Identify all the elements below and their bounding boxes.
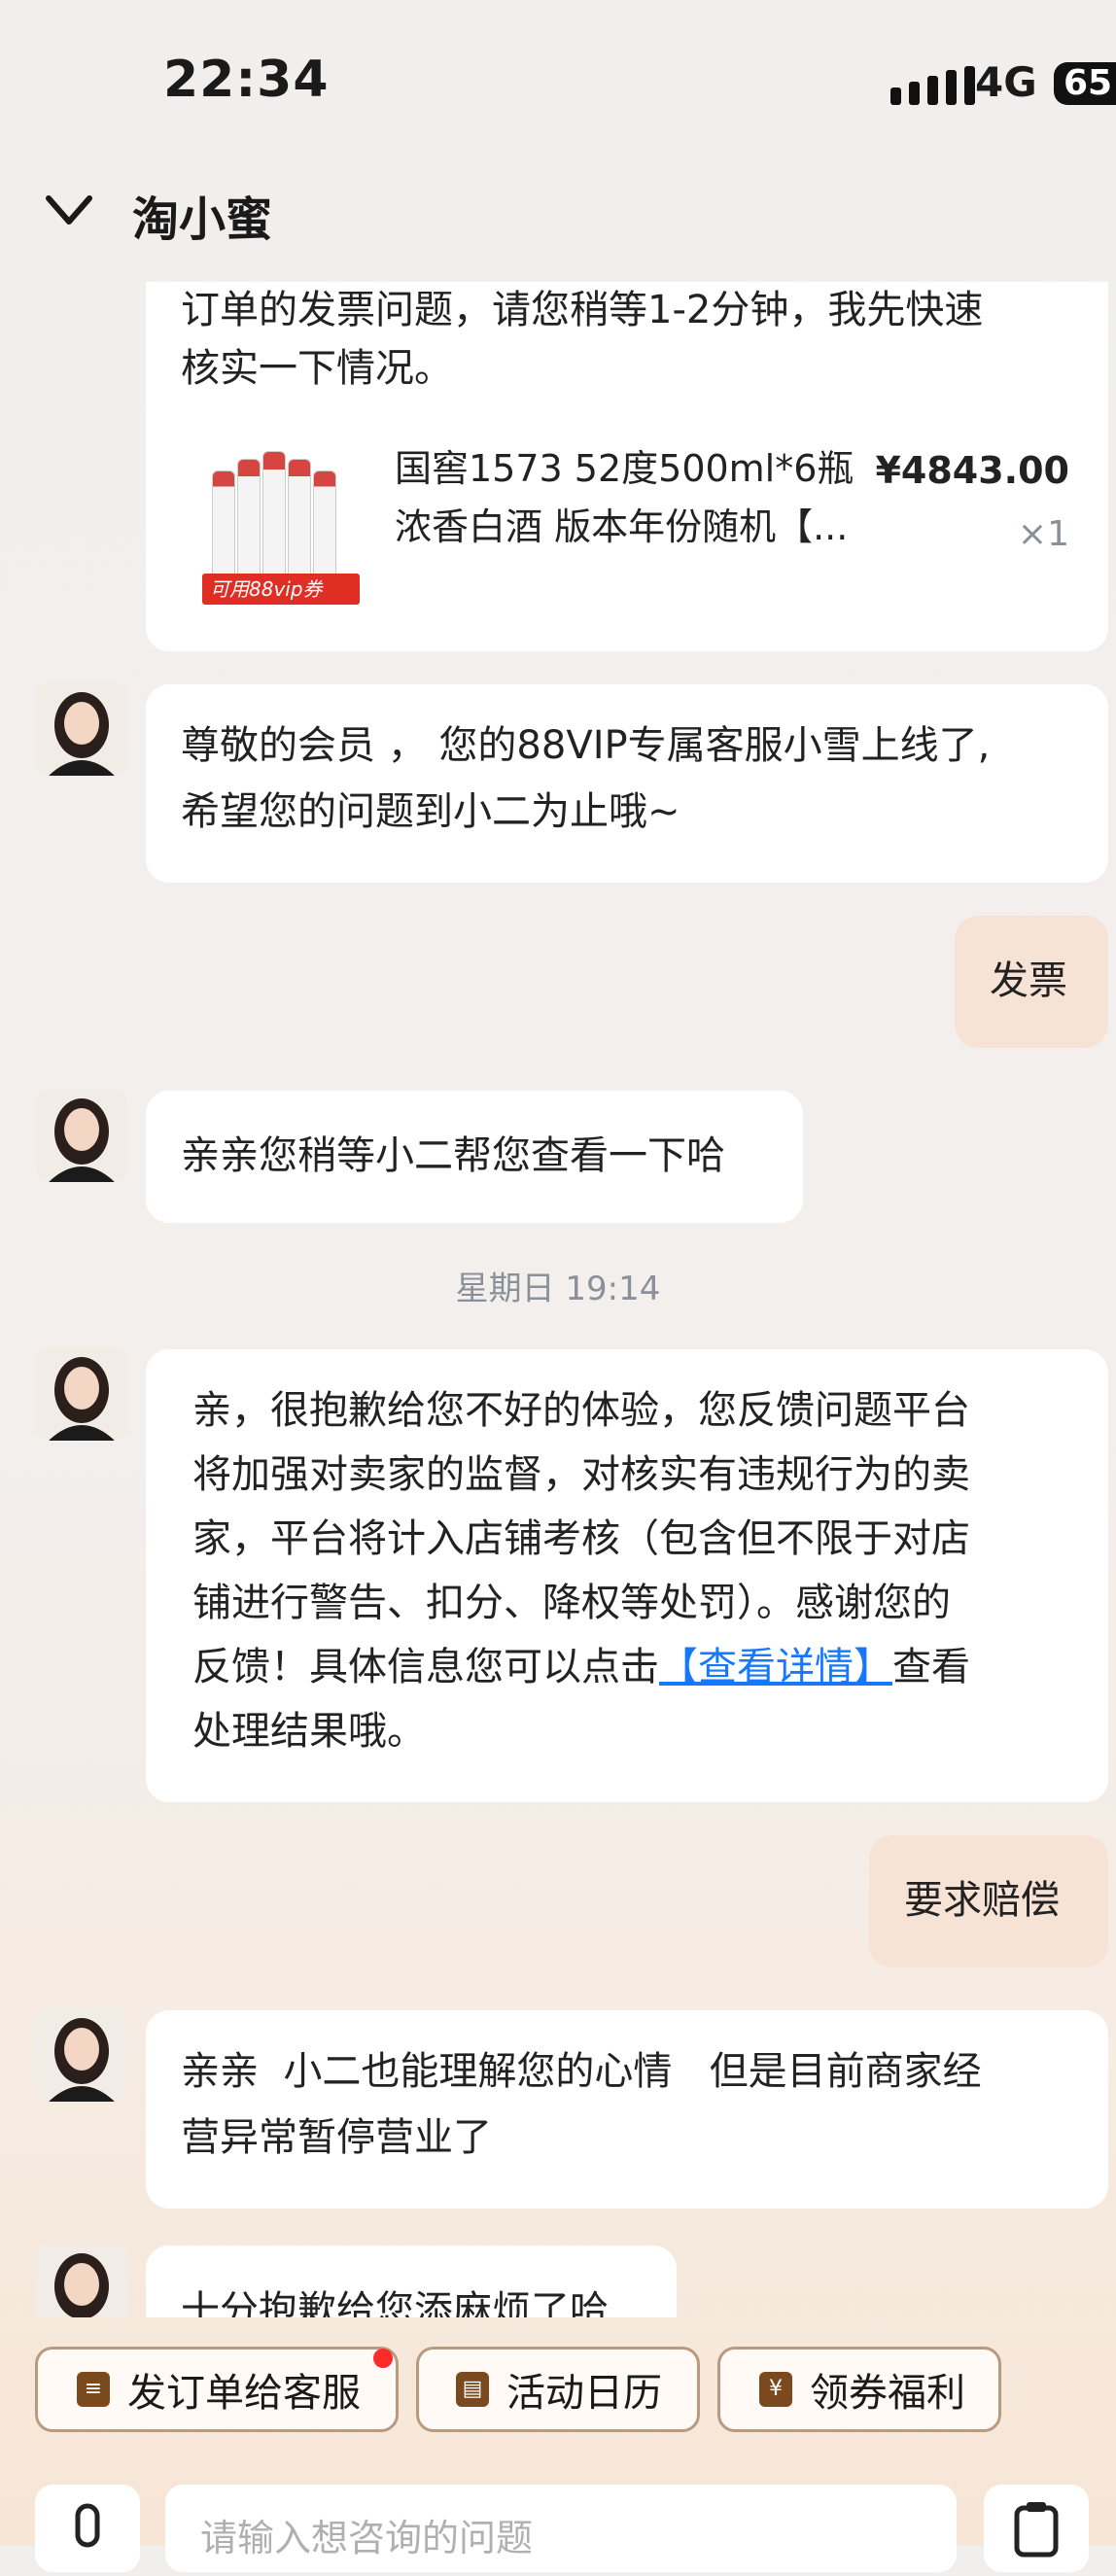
product-quantity: ×1 <box>1017 514 1069 554</box>
voice-button[interactable] <box>35 2485 140 2572</box>
avatar[interactable] <box>35 1347 128 1441</box>
activity-calendar-button[interactable]: ▤ 活动日历 <box>416 2347 700 2432</box>
message-bubble: 尊敬的会员 ， 您的88VIP专属客服小雪上线了, 希望您的问题到小二为止哦~ <box>146 684 1108 883</box>
message-line: 亲亲 小二也能理解您的心情 但是目前商家经 <box>181 2049 982 2094</box>
avatar[interactable] <box>35 2244 128 2317</box>
message-line: 家，平台将计入店铺考核（包含但不限于对店 <box>192 1516 970 1561</box>
send-order-button[interactable]: ≡ 发订单给客服 <box>35 2347 399 2432</box>
message-text: 十分抱歉给您添麻烦了哈 <box>181 2288 609 2317</box>
message-line: 尊敬的会员 ， 您的88VIP专属客服小雪上线了, <box>181 723 991 768</box>
message-bubble: 亲，很抱歉给您不好的体验，您反馈问题平台 将加强对卖家的监督，对核实有违规行为的… <box>146 1349 1108 1802</box>
quick-action-label: 领券福利 <box>810 2371 965 2416</box>
product-name: 浓香白酒 版本年份随机【... <box>395 505 849 548</box>
page-title: 淘小蜜 <box>132 192 273 247</box>
my-message-bubble: 要求赔偿 <box>869 1835 1108 1967</box>
coupon-icon: ¥ <box>759 2372 792 2407</box>
status-time: 22:34 <box>163 51 330 109</box>
microphone-icon <box>75 2503 100 2548</box>
message-line: 订单的发票问题，请您稍等1-2分钟，我先快速 <box>181 288 984 332</box>
message-line: 核实一下情况。 <box>181 346 453 391</box>
chevron-down-icon[interactable] <box>45 191 93 229</box>
message-line: 铺进行警告、扣分、降权等处罚）。感谢您的 <box>192 1581 951 1625</box>
timestamp: 星期日 19:14 <box>455 1270 661 1308</box>
message-bubble: 亲亲您稍等小二帮您查看一下哈 <box>146 1091 803 1223</box>
message-bubble: 订单的发票问题，请您稍等1-2分钟，我先快速 核实一下情况。 可用88vip券 … <box>146 282 1108 651</box>
my-message-bubble: 发票 <box>955 916 1108 1048</box>
quick-action-label: 活动日历 <box>506 2371 662 2416</box>
message-text: 反馈！具体信息您可以点击 <box>192 1645 659 1689</box>
calendar-icon: ▤ <box>456 2372 489 2407</box>
avatar[interactable] <box>35 2008 128 2102</box>
message-bubble: 十分抱歉给您添麻烦了哈 <box>146 2245 677 2317</box>
product-card[interactable]: 可用88vip券 国窖1573 52度500ml*6瓶 浓香白酒 版本年份随机【… <box>146 428 1108 622</box>
quick-action-label: 发订单给客服 <box>127 2371 361 2416</box>
battery-icon: 65 <box>1054 62 1116 105</box>
product-price: ¥4843.00 <box>875 449 1069 492</box>
message-line: 将加强对卖家的监督，对核实有违规行为的卖 <box>192 1452 970 1497</box>
avatar[interactable] <box>35 1089 128 1182</box>
network-type: 4G <box>975 58 1037 106</box>
message-line: 希望您的问题到小二为止哦~ <box>181 789 680 834</box>
coupon-benefits-button[interactable]: ¥ 领券福利 <box>717 2347 1001 2432</box>
product-name: 国窖1573 52度500ml*6瓶 <box>395 447 854 490</box>
chat-list[interactable]: 订单的发票问题，请您稍等1-2分钟，我先快速 核实一下情况。 可用88vip券 … <box>0 282 1116 2317</box>
view-details-link[interactable]: 【查看详情】 <box>659 1645 892 1689</box>
coupon-badge: 可用88vip券 <box>202 574 360 605</box>
more-tools-button[interactable] <box>984 2485 1089 2572</box>
message-text: 查看 <box>892 1645 970 1689</box>
notification-dot <box>373 2349 393 2368</box>
clipboard-icon <box>1014 2502 1059 2558</box>
message-line: 反馈！具体信息您可以点击【查看详情】查看 <box>192 1635 970 1699</box>
message-line: 处理结果哦。 <box>192 1709 426 1754</box>
message-line: 营异常暂停营业了 <box>181 2115 492 2160</box>
message-text: 亲亲您稍等小二帮您查看一下哈 <box>181 1133 725 1178</box>
message-line: 亲，很抱歉给您不好的体验，您反馈问题平台 <box>192 1388 970 1433</box>
clipboard-icon: ≡ <box>77 2372 110 2407</box>
message-text: 要求赔偿 <box>904 1878 1060 1923</box>
message-input[interactable]: 请输入想咨询的问题 <box>165 2485 957 2572</box>
avatar[interactable] <box>35 682 128 776</box>
message-text: 发票 <box>990 958 1067 1003</box>
signal-icon <box>890 66 975 105</box>
message-bubble: 亲亲 小二也能理解您的心情 但是目前商家经 营异常暂停营业了 <box>146 2010 1108 2209</box>
